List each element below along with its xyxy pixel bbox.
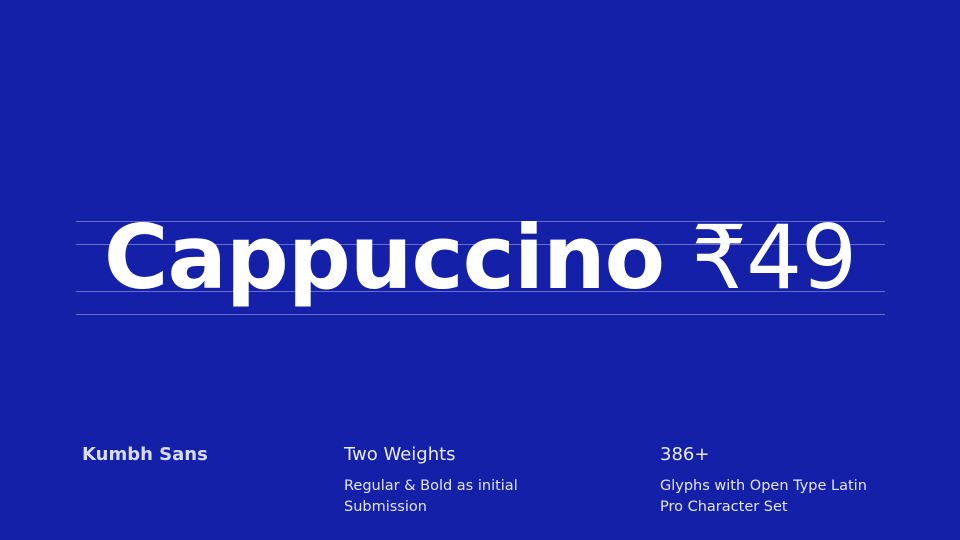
headline-price: ₹49 <box>691 206 857 309</box>
weights-block: Two Weights Regular & Bold as initial Su… <box>344 441 604 518</box>
weights-description: Regular & Bold as initial Submission <box>344 476 604 518</box>
font-name-block: Kumbh Sans <box>82 441 312 469</box>
weights-line-1: Regular & Bold as initial <box>344 478 518 494</box>
glyph-count: 386+ <box>660 444 710 465</box>
baseline-guide-descender <box>76 314 885 315</box>
glyphs-block: 386+ Glyphs with Open Type Latin Pro Cha… <box>660 441 920 518</box>
glyphs-description: Glyphs with Open Type Latin Pro Characte… <box>660 476 920 518</box>
headline-word: Cappuccino <box>103 206 665 309</box>
glyphs-line-2: Pro Character Set <box>660 499 788 515</box>
font-name: Kumbh Sans <box>82 444 208 465</box>
specimen-headline: Cappuccino ₹49 <box>0 203 960 313</box>
weights-line-2: Submission <box>344 499 427 515</box>
glyphs-line-1: Glyphs with Open Type Latin <box>660 478 867 494</box>
weights-title: Two Weights <box>344 444 456 465</box>
